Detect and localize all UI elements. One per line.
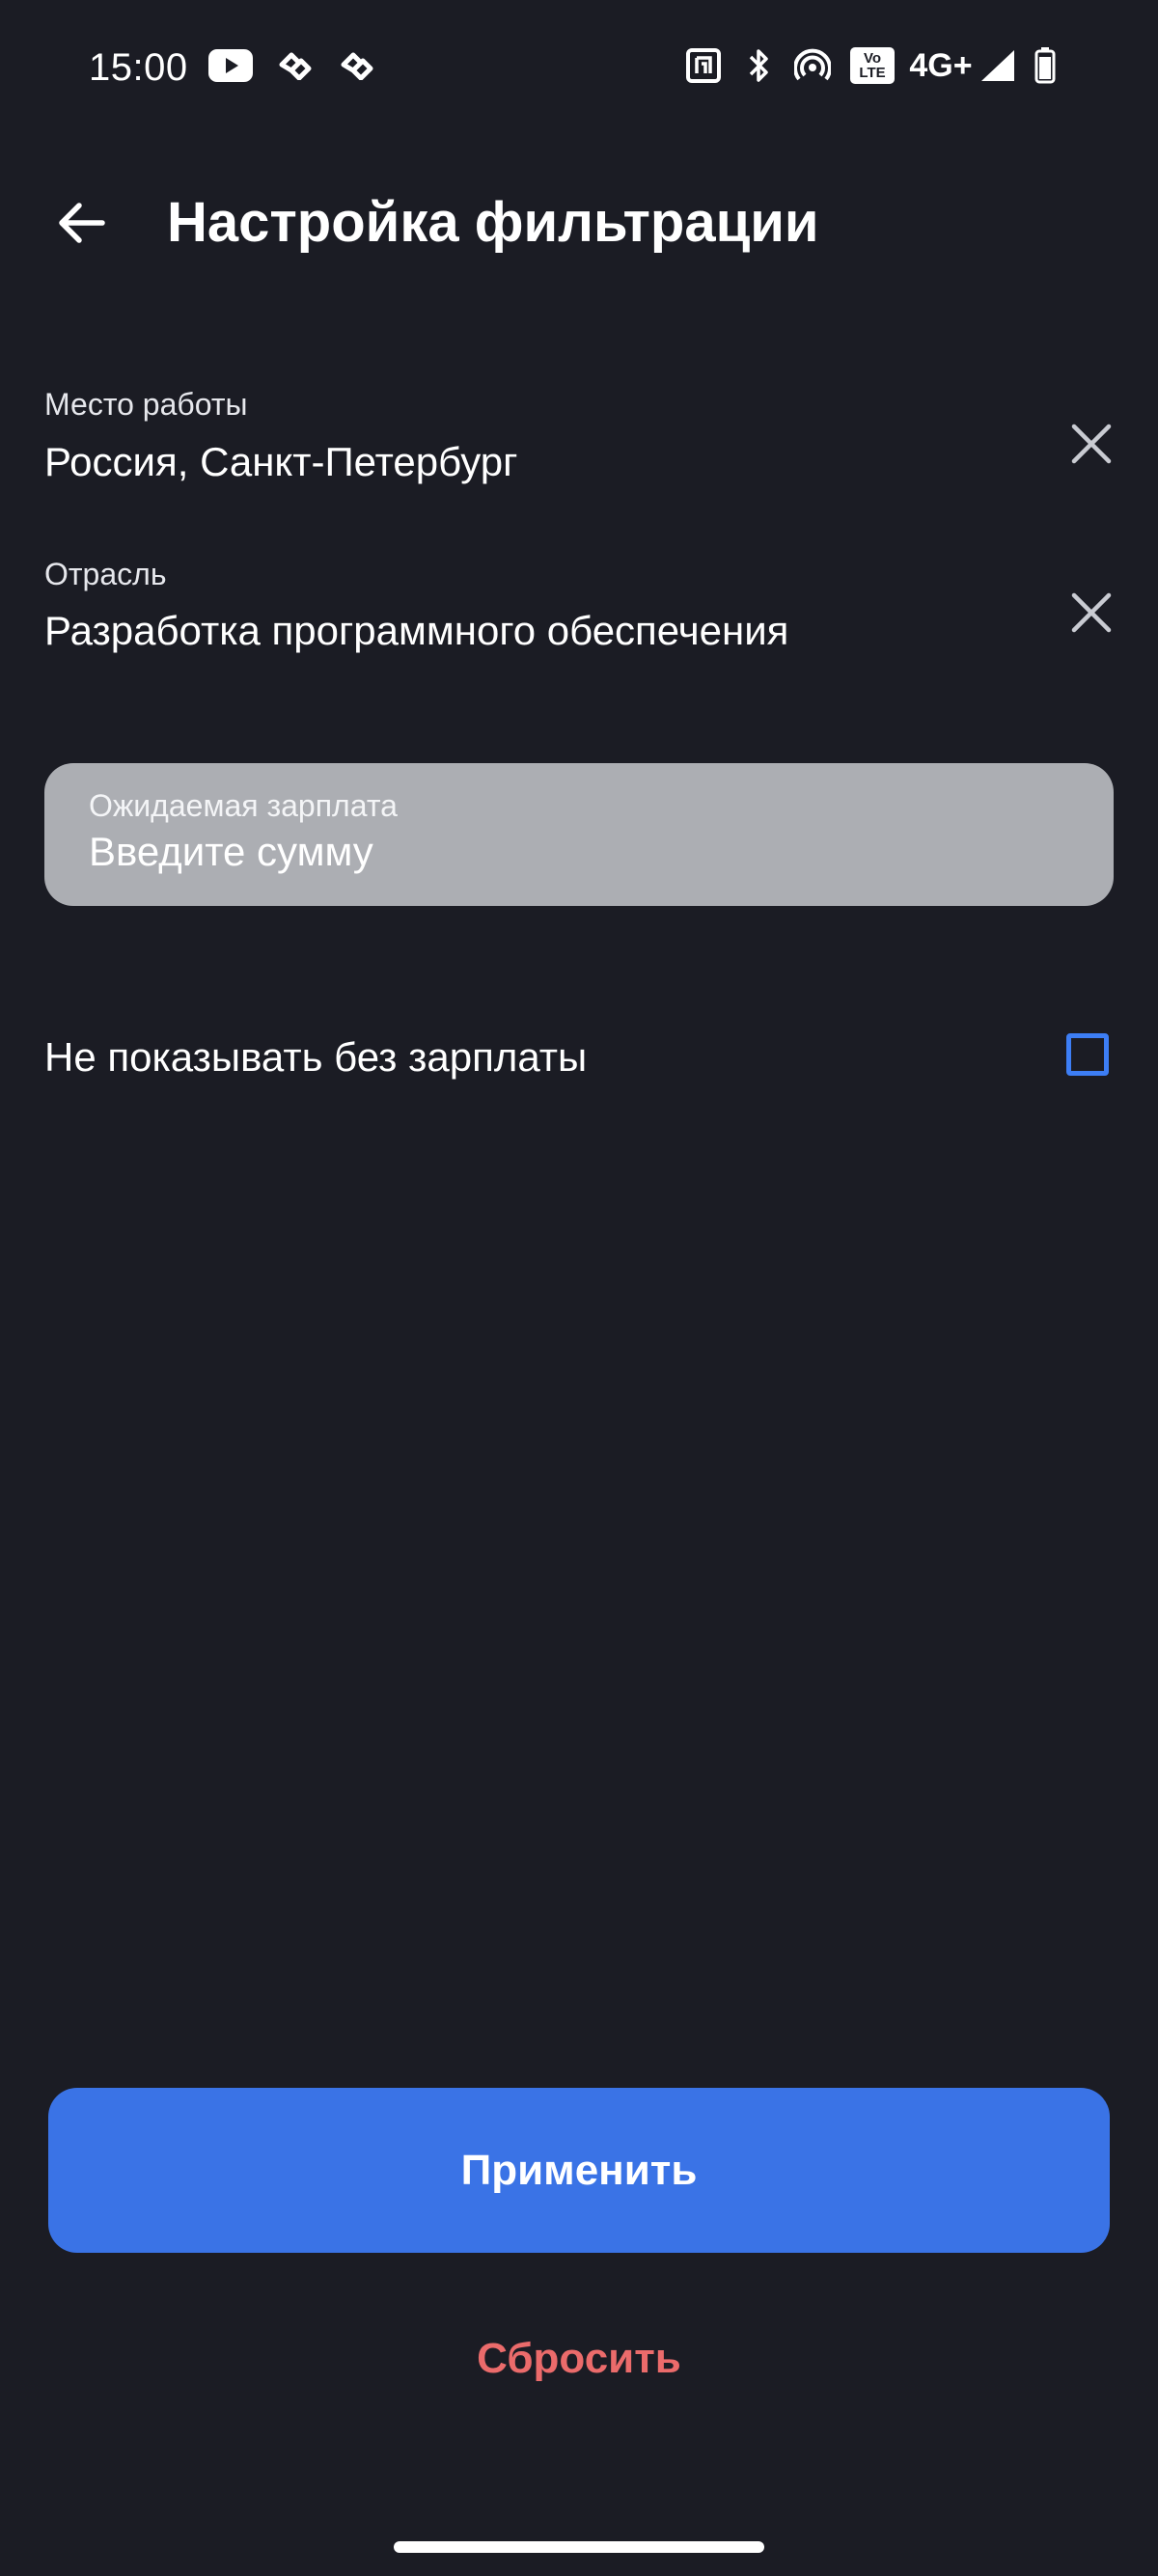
page-title: Настройка фильтрации (167, 191, 819, 254)
notification-icon (338, 46, 376, 85)
back-button[interactable] (42, 189, 120, 257)
close-icon (1071, 424, 1112, 464)
reset-button[interactable]: Сбросить (338, 2325, 820, 2393)
industry-label: Отрасль (44, 557, 167, 591)
close-icon (1071, 592, 1112, 633)
home-indicator[interactable] (394, 2541, 764, 2553)
hide-without-salary-label[interactable]: Не показывать без зарплаты (44, 1030, 587, 1084)
salary-label: Ожидаемая зарплата (89, 788, 398, 823)
youtube-icon (208, 46, 253, 85)
status-time: 15:00 (89, 46, 188, 89)
volte-bottom-text: LTE (859, 65, 886, 81)
clear-industry-button[interactable] (1058, 579, 1125, 646)
arrow-left-icon (59, 203, 105, 243)
location-label: Место работы (44, 387, 248, 422)
hide-without-salary-checkbox[interactable] (1066, 1033, 1109, 1076)
apply-button[interactable]: Применить (48, 2088, 1110, 2253)
industry-value[interactable]: Разработка программного обеспечения (44, 606, 788, 656)
battery-icon (1033, 46, 1058, 85)
volte-icon: Vo LTE (849, 46, 896, 85)
location-value[interactable]: Россия, Санкт-Петербург (44, 437, 517, 487)
clear-location-button[interactable] (1058, 410, 1125, 478)
hotspot-icon (793, 46, 832, 85)
notification-icon (276, 46, 315, 85)
network-type: 4G+ (909, 47, 973, 84)
nfc-icon (683, 46, 724, 85)
signal-icon (979, 46, 1017, 85)
salary-field[interactable]: Ожидаемая зарплата (44, 763, 1114, 906)
bluetooth-icon (743, 46, 776, 85)
salary-input[interactable] (89, 825, 957, 879)
volte-top-text: Vo (863, 50, 882, 67)
